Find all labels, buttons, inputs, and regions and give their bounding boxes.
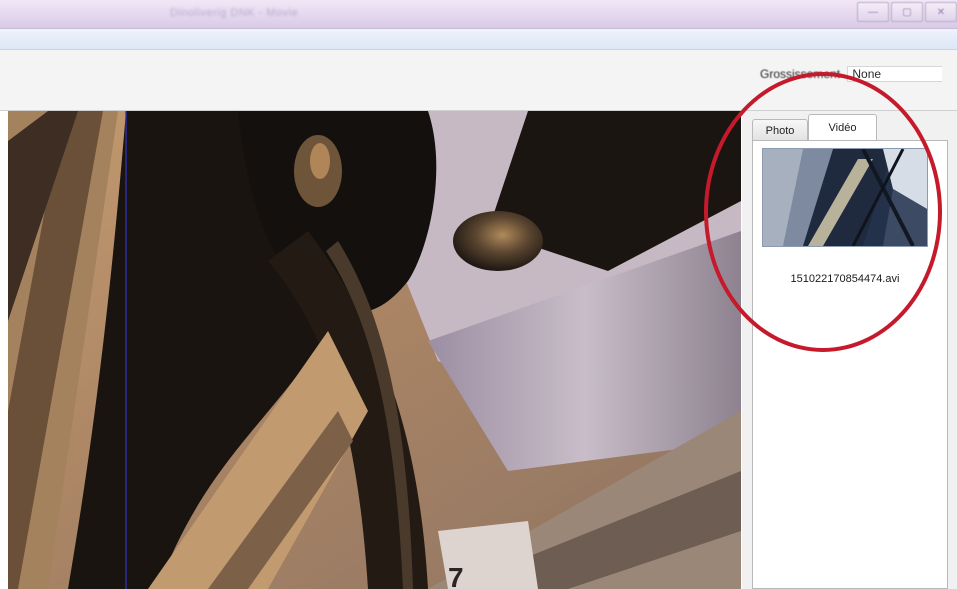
tab-video[interactable]: Vidéo (808, 114, 877, 141)
zoom-select[interactable]: None (847, 66, 943, 82)
close-button[interactable]: ✕ (925, 2, 957, 22)
viewer-overlay-text: 7 (448, 562, 464, 589)
media-side-panel: Photo Vidéo 151022170854474.avi (742, 111, 957, 589)
zoom-control: Grossissement None (760, 66, 943, 82)
video-list (752, 140, 948, 589)
tab-photo[interactable]: Photo (752, 119, 808, 141)
minimize-button[interactable]: — (857, 2, 889, 22)
window-title-bar[interactable]: Dinoliverig DNK - Movie — ▢ ✕ (0, 0, 957, 29)
maximize-button[interactable]: ▢ (891, 2, 923, 22)
live-camera-image: 7 (8, 111, 741, 589)
video-filename: 151022170854474.avi (790, 273, 900, 285)
menu-bar (0, 29, 957, 50)
image-viewer[interactable]: 7 (8, 111, 741, 589)
zoom-label: Grossissement (760, 67, 841, 81)
window-title: Dinoliverig DNK - Movie (170, 7, 299, 19)
video-preview-image (763, 149, 927, 246)
window-controls: — ▢ ✕ (855, 2, 957, 24)
video-thumbnail[interactable] (762, 148, 928, 247)
